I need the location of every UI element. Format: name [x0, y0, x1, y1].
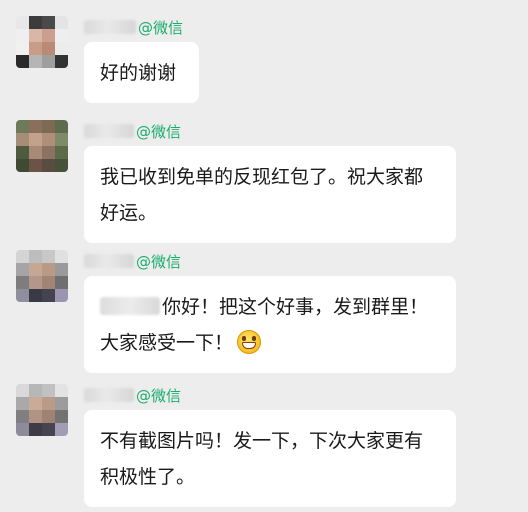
sender-name: @微信: [84, 385, 181, 405]
message-bubble[interactable]: 好的谢谢: [84, 42, 199, 103]
sender-name: @微信: [84, 17, 183, 37]
message-text: 大家感受一下！: [100, 332, 234, 354]
grinning-face-emoji-icon: [237, 330, 262, 354]
wechat-tag: @微信: [136, 252, 182, 271]
message-text: 不有截图片吗！发一下，下次大家更有: [100, 430, 424, 452]
blurred-name: [84, 124, 134, 138]
message-text: 我已收到免单的反现红包了。祝大家都: [100, 166, 424, 188]
blurred-mention: [100, 297, 160, 315]
message-bubble[interactable]: 我已收到免单的反现红包了。祝大家都 好运。: [84, 146, 456, 243]
avatar[interactable]: [16, 120, 68, 172]
message-line: 大家感受一下！: [100, 325, 440, 361]
sender-name: @微信: [84, 121, 181, 141]
avatar[interactable]: [16, 384, 68, 436]
sender-name: @微信: [84, 251, 181, 271]
message-text: 你好！把这个好事，发到群里！: [162, 296, 429, 318]
wechat-tag: @微信: [136, 122, 182, 141]
message-text: 积极性了。: [100, 466, 196, 488]
wechat-tag: @微信: [138, 18, 184, 37]
message-text: 好运。: [100, 202, 158, 224]
message-text: 好的谢谢: [100, 62, 177, 84]
blurred-name: [84, 20, 136, 34]
blurred-name: [84, 254, 134, 268]
message-line: 你好！把这个好事，发到群里！: [100, 289, 440, 325]
wechat-tag: @微信: [136, 386, 182, 405]
message-bubble[interactable]: 你好！把这个好事，发到群里！ 大家感受一下！: [84, 276, 456, 373]
message-bubble[interactable]: 不有截图片吗！发一下，下次大家更有 积极性了。: [84, 410, 456, 507]
avatar[interactable]: [16, 250, 68, 302]
avatar[interactable]: [16, 16, 68, 68]
blurred-name: [84, 388, 134, 402]
